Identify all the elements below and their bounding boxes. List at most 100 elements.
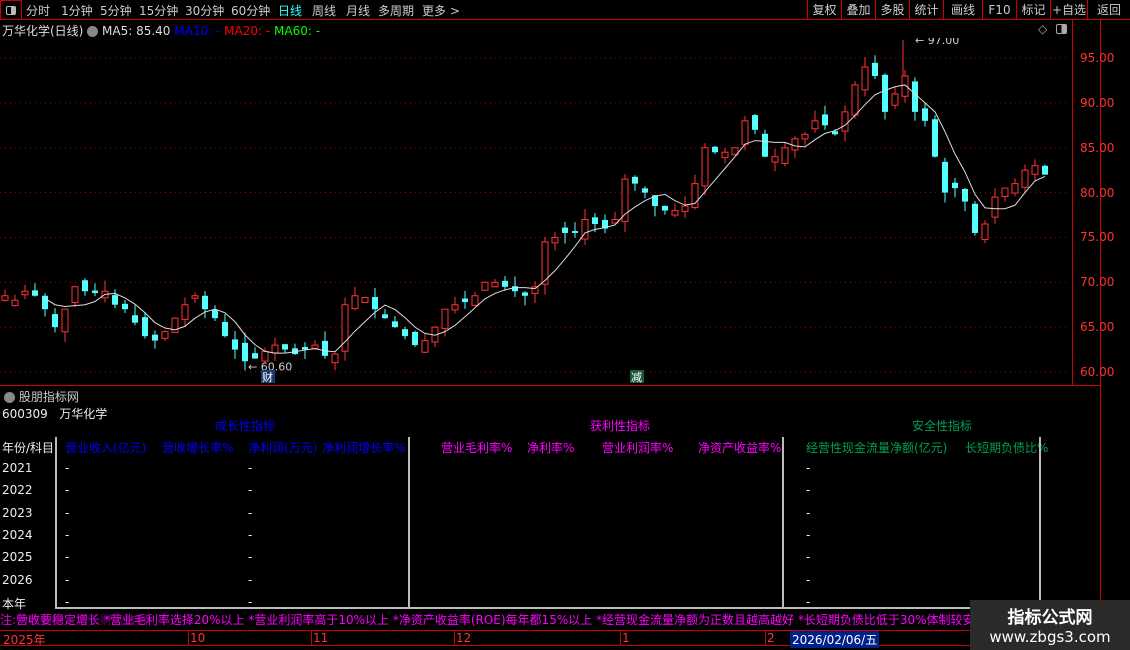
y-tick-label: 80.00 [1080,185,1115,200]
candle-body [771,156,779,163]
candle-body [841,111,849,132]
panel-divider[interactable] [0,385,1100,386]
date-label: 1 [622,631,630,645]
candlestick-chart[interactable]: ← 97.00← 60.60财减 [0,38,1070,383]
candle-body [42,295,48,310]
candle-body [801,133,809,140]
table-border [1039,437,1041,609]
toolbar-button-3[interactable]: 统计 [909,0,943,19]
event-marker-text: 财 [262,370,273,383]
table-cell: - [248,483,253,498]
column-header: 净利润增长率% [322,441,406,455]
candle-body [191,295,199,299]
row-label: 2026 [2,572,33,587]
toolbar-button-8[interactable]: 返回 [1087,0,1130,19]
period-tab-1[interactable]: 1分钟 [61,2,93,19]
candle-body [872,62,878,76]
candle-body [52,314,58,328]
candle-body [82,280,88,292]
candle-body [441,308,449,329]
candle-body [382,314,388,319]
candle-body [762,133,768,157]
candle-body [741,120,749,145]
candle-body [261,350,269,362]
stock-title: 万华化学(日线) [2,24,84,38]
toolbar-button-1[interactable]: 叠加 [841,0,875,19]
candle-body [981,223,989,240]
table-cell: - [806,483,811,498]
candle-body [462,298,468,303]
period-tab-9[interactable]: 多周期 [378,2,414,19]
table-cell: - [248,550,253,565]
stock-name: 万华化学 [59,407,108,421]
ma5-label: MA5: 85.40 [102,24,171,38]
period-tab-0[interactable]: 分时 [26,2,50,19]
y-tick-label: 75.00 [1080,230,1115,245]
row-label: 2024 [2,527,33,542]
candle-body [531,286,539,294]
candle-body [901,75,909,97]
table-cell: - [806,572,811,587]
candle-body [471,295,479,306]
period-tab-6[interactable]: 日线 [278,2,302,19]
y-tick-label: 90.00 [1080,95,1115,110]
group-profit: 获利性指标 [590,419,651,433]
candle-body [572,231,578,233]
candle-body [851,84,859,116]
candle-body [721,151,729,159]
candle-body [361,297,369,303]
table-border [55,607,1041,609]
row-header: 年份/科目 [2,441,55,455]
toolbar-button-7[interactable]: +自选 [1050,0,1087,19]
candle-body [1042,165,1048,175]
period-tab-5[interactable]: 60分钟 [231,2,270,19]
table-border [408,437,410,609]
candle-body [142,317,148,337]
date-label: 2 [767,631,775,645]
toolbar-button-5[interactable]: F10 [982,0,1016,19]
row-label: 2023 [2,505,33,520]
chevron-down-icon[interactable] [87,26,99,37]
period-tab-7[interactable]: 周线 [312,2,336,19]
candle-body [811,120,819,130]
candle-body [181,304,189,320]
sidebar-toggle-icon[interactable] [0,0,22,20]
table-cell: - [65,572,70,587]
candle-body [972,203,978,233]
candle-body [512,286,518,292]
candle-body [202,295,208,310]
indicator-panel-title[interactable]: 股朋指标网 [4,388,79,405]
date-tick [311,630,312,646]
panel-toggle-icon[interactable] [1056,24,1067,34]
candle-body [392,321,398,328]
stock-code: 600309 [2,407,48,421]
diamond-icon[interactable]: ◇ [1038,22,1047,36]
candle-body [32,290,38,296]
column-header: 营业利润率% [602,441,674,455]
max-price-label: ← 97.00 [915,38,959,47]
toolbar-button-4[interactable]: 画线 [943,0,982,19]
date-label: 12 [456,631,472,645]
y-tick-label: 60.00 [1080,365,1115,379]
table-border [55,437,57,609]
toolbar-button-6[interactable]: 标记 [1016,0,1050,19]
table-cell: - [806,550,811,565]
table-cell: - [65,505,70,520]
chevron-down-icon[interactable] [4,392,15,403]
toolbar-button-2[interactable]: 多股 [875,0,909,19]
ma5-line [44,84,1046,354]
period-tab-2[interactable]: 5分钟 [100,2,132,19]
table-cell: - [806,461,811,475]
candle-body [662,205,668,211]
candle-body [122,303,128,310]
toolbar-button-0[interactable]: 复权 [807,0,841,19]
period-tab-10[interactable]: 更多 > [422,2,460,19]
group-growth: 成长性指标 [215,419,276,433]
ma20-label: MA20: - [224,24,271,38]
stock-id: 600309 万华化学 [2,405,107,422]
period-tab-8[interactable]: 月线 [346,2,370,19]
period-tab-3[interactable]: 15分钟 [139,2,178,19]
table-cell: - [248,527,253,542]
y-tick-label: 70.00 [1080,275,1115,290]
period-tab-4[interactable]: 30分钟 [185,2,224,19]
